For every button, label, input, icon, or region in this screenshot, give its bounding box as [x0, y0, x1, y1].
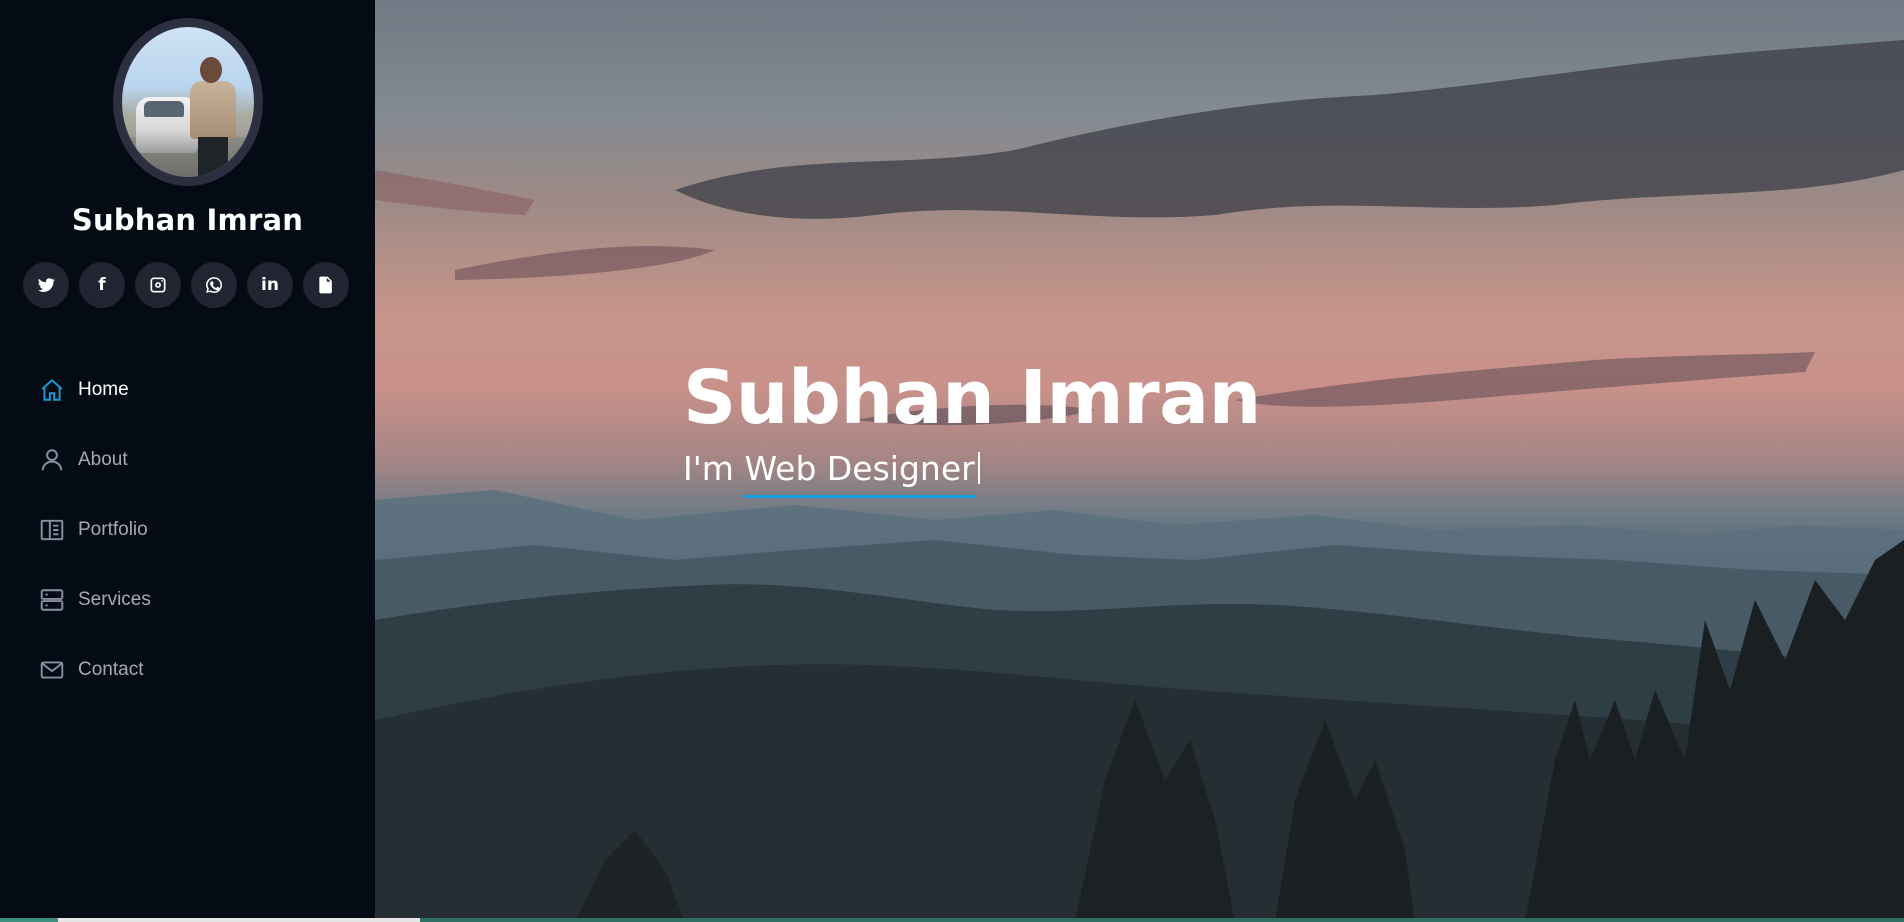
nav-item-portfolio[interactable]: Portfolio [38, 495, 358, 565]
instagram-icon [150, 277, 166, 293]
twitter-icon [38, 278, 56, 292]
resume-link[interactable] [303, 262, 349, 308]
nav-menu: Home About Portfolio Services Contact [38, 355, 358, 705]
nav-label-contact: Contact [78, 659, 144, 680]
bottom-strip [0, 918, 1904, 922]
nav-item-contact[interactable]: Contact [38, 635, 358, 705]
nav-label-about: About [78, 449, 128, 470]
whatsapp-icon [206, 277, 222, 293]
user-icon [38, 446, 66, 474]
nav-label-home: Home [78, 379, 129, 400]
facebook-icon: f [98, 275, 106, 295]
envelope-icon [38, 656, 66, 684]
social-links: f in [23, 262, 349, 308]
landscape-background [375, 40, 1904, 922]
linkedin-icon: in [261, 275, 279, 295]
nav-item-home[interactable]: Home [38, 355, 358, 425]
typing-cursor [977, 452, 980, 484]
twitter-link[interactable] [23, 262, 69, 308]
instagram-link[interactable] [135, 262, 181, 308]
nav-item-services[interactable]: Services [38, 565, 358, 635]
nav-label-portfolio: Portfolio [78, 519, 148, 540]
home-icon [38, 376, 66, 404]
hero-title: Subhan Imran [683, 355, 1261, 441]
file-icon [319, 276, 332, 294]
book-icon [38, 516, 66, 544]
sidebar: Subhan Imran f in Home About Portfolio S… [0, 0, 375, 922]
whatsapp-link[interactable] [191, 262, 237, 308]
hero-subtitle-prefix: I'm [683, 449, 745, 488]
server-icon [38, 586, 66, 614]
typed-text: Web Designer [744, 449, 975, 488]
avatar-ring [113, 18, 263, 186]
nav-label-services: Services [78, 589, 151, 610]
profile-name: Subhan Imran [71, 203, 304, 237]
nav-item-about[interactable]: About [38, 425, 358, 495]
facebook-link[interactable]: f [79, 262, 125, 308]
hero-subtitle: I'm Web Designer [683, 449, 980, 488]
linkedin-link[interactable]: in [247, 262, 293, 308]
avatar [122, 27, 254, 177]
hero-section: Subhan Imran I'm Web Designer [375, 0, 1904, 922]
